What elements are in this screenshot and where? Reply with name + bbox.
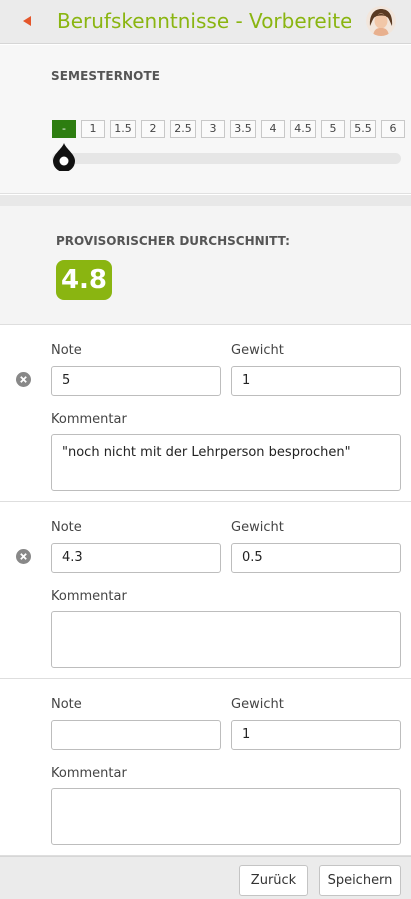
average-badge: 4.8 — [56, 260, 112, 300]
note-label: Note — [51, 343, 82, 358]
weight-input[interactable]: 1 — [231, 366, 401, 396]
grade-option[interactable]: 2 — [141, 120, 165, 138]
grade-option[interactable]: 5 — [321, 120, 345, 138]
grade-option[interactable]: 6 — [381, 120, 405, 138]
grade-option[interactable]: 1.5 — [110, 120, 136, 138]
note-label: Note — [51, 697, 82, 712]
grade-option[interactable]: - — [52, 120, 76, 138]
grade-entry: Note Gewicht 1 Kommentar — [0, 679, 411, 856]
back-arrow-icon[interactable] — [20, 14, 34, 28]
semester-grade-label: SEMESTERNOTE — [51, 69, 161, 83]
note-input[interactable]: 4.3 — [51, 543, 221, 573]
section-divider — [0, 195, 411, 206]
grade-entry: Note Gewicht 4.3 0.5 Kommentar — [0, 502, 411, 679]
grade-entry: Note Gewicht 5 1 Kommentar "noch nicht m… — [0, 325, 411, 502]
weight-label: Gewicht — [231, 343, 284, 358]
grade-option[interactable]: 4 — [261, 120, 285, 138]
grade-option[interactable]: 4.5 — [290, 120, 316, 138]
remove-circle-icon[interactable] — [16, 372, 31, 387]
comment-label: Kommentar — [51, 412, 127, 427]
comment-textarea[interactable] — [51, 611, 401, 668]
weight-input[interactable]: 1 — [231, 720, 401, 750]
note-input[interactable]: 5 — [51, 366, 221, 396]
grade-option[interactable]: 5.5 — [350, 120, 376, 138]
average-label: PROVISORISCHER DURCHSCHNITT: — [56, 234, 290, 248]
comment-label: Kommentar — [51, 589, 127, 604]
grade-slider-track[interactable] — [52, 153, 401, 164]
user-avatar[interactable] — [366, 6, 396, 36]
weight-label: Gewicht — [231, 697, 284, 712]
grade-option[interactable]: 1 — [81, 120, 105, 138]
note-input[interactable] — [51, 720, 221, 750]
footer-bar: Zurück Speichern — [0, 856, 411, 899]
semester-grade-section: SEMESTERNOTE -1 1.5 2 2.5 3 3.5 4 4.5 5 5.5 6 — [0, 45, 411, 194]
back-button[interactable]: Zurück — [239, 865, 308, 896]
comment-textarea[interactable]: "noch nicht mit der Lehrperson besproche… — [51, 434, 401, 491]
page-title: Berufskenntnisse - Vorbereite... — [57, 9, 351, 33]
weight-label: Gewicht — [231, 520, 284, 535]
header-bar: Berufskenntnisse - Vorbereite... — [0, 0, 411, 44]
comment-textarea[interactable] — [51, 788, 401, 845]
grade-option[interactable]: 3.5 — [230, 120, 256, 138]
remove-circle-icon[interactable] — [16, 549, 31, 564]
grade-scale: -1 1.5 2 2.5 3 3.5 4 4.5 5 5.5 6 — [52, 120, 410, 138]
save-button[interactable]: Speichern — [319, 865, 401, 896]
weight-input[interactable]: 0.5 — [231, 543, 401, 573]
note-label: Note — [51, 520, 82, 535]
grade-option[interactable]: 2.5 — [170, 120, 196, 138]
grade-option[interactable]: 3 — [201, 120, 225, 138]
average-section: PROVISORISCHER DURCHSCHNITT: 4.8 — [0, 206, 411, 325]
slider-handle-icon[interactable] — [51, 141, 77, 172]
comment-label: Kommentar — [51, 766, 127, 781]
